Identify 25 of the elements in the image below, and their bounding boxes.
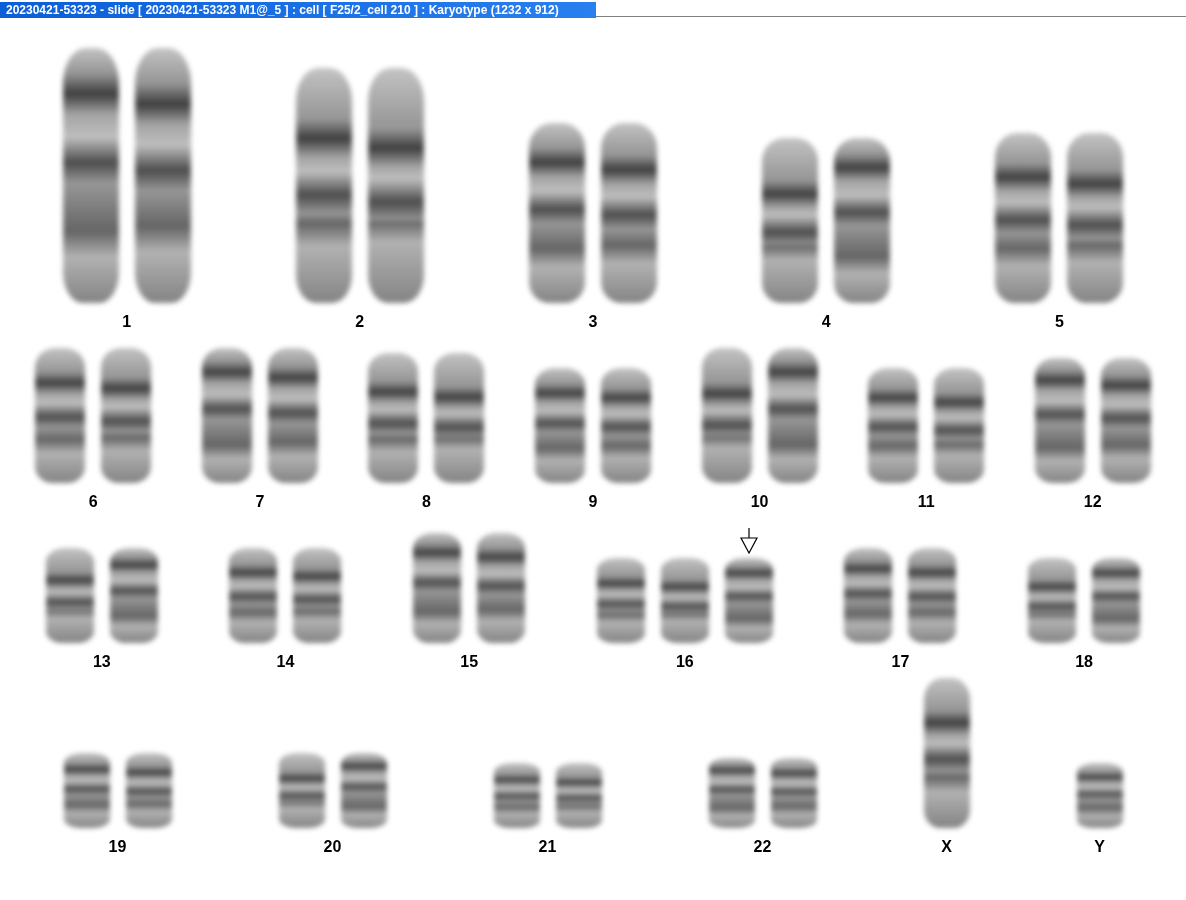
chromosome-number: 1 [122,313,132,331]
chromosome-number: 18 [1075,653,1093,671]
chromosome-number: 17 [891,653,910,671]
chromosome-number: 10 [750,493,769,511]
chromosome-number: X [941,838,952,856]
window-title: 20230421-53323 - slide [ 20230421-53323 M1@_5 ] : cell [ F25/2_cell 210 ] : Karyotype (1232 x 912) [0,2,596,18]
chromosome-number: Y [1094,838,1105,856]
chromosome-number: 16 [675,653,694,671]
chromosome-number: 8 [421,493,431,511]
chromosome-number: 9 [588,493,598,511]
chromosome-number: 22 [753,838,772,856]
chromosome-number: 15 [460,653,479,671]
chromosome-number: 7 [255,493,265,511]
chromosome-number: 3 [588,313,598,331]
chromosome-number: 12 [1083,493,1102,511]
chromosome-number: 2 [355,313,365,331]
chromosome-number: 6 [88,493,98,511]
chromosome-number: 13 [92,653,111,671]
chromosome-number: 20 [323,838,342,856]
chromosome-number: 21 [538,838,557,856]
chromosome-number: 5 [1054,313,1064,331]
chromosome-number: 11 [917,493,935,511]
chromosome-number: 19 [108,838,127,856]
chromosome-number: 14 [276,653,295,671]
chromosome-number: 4 [821,313,831,331]
